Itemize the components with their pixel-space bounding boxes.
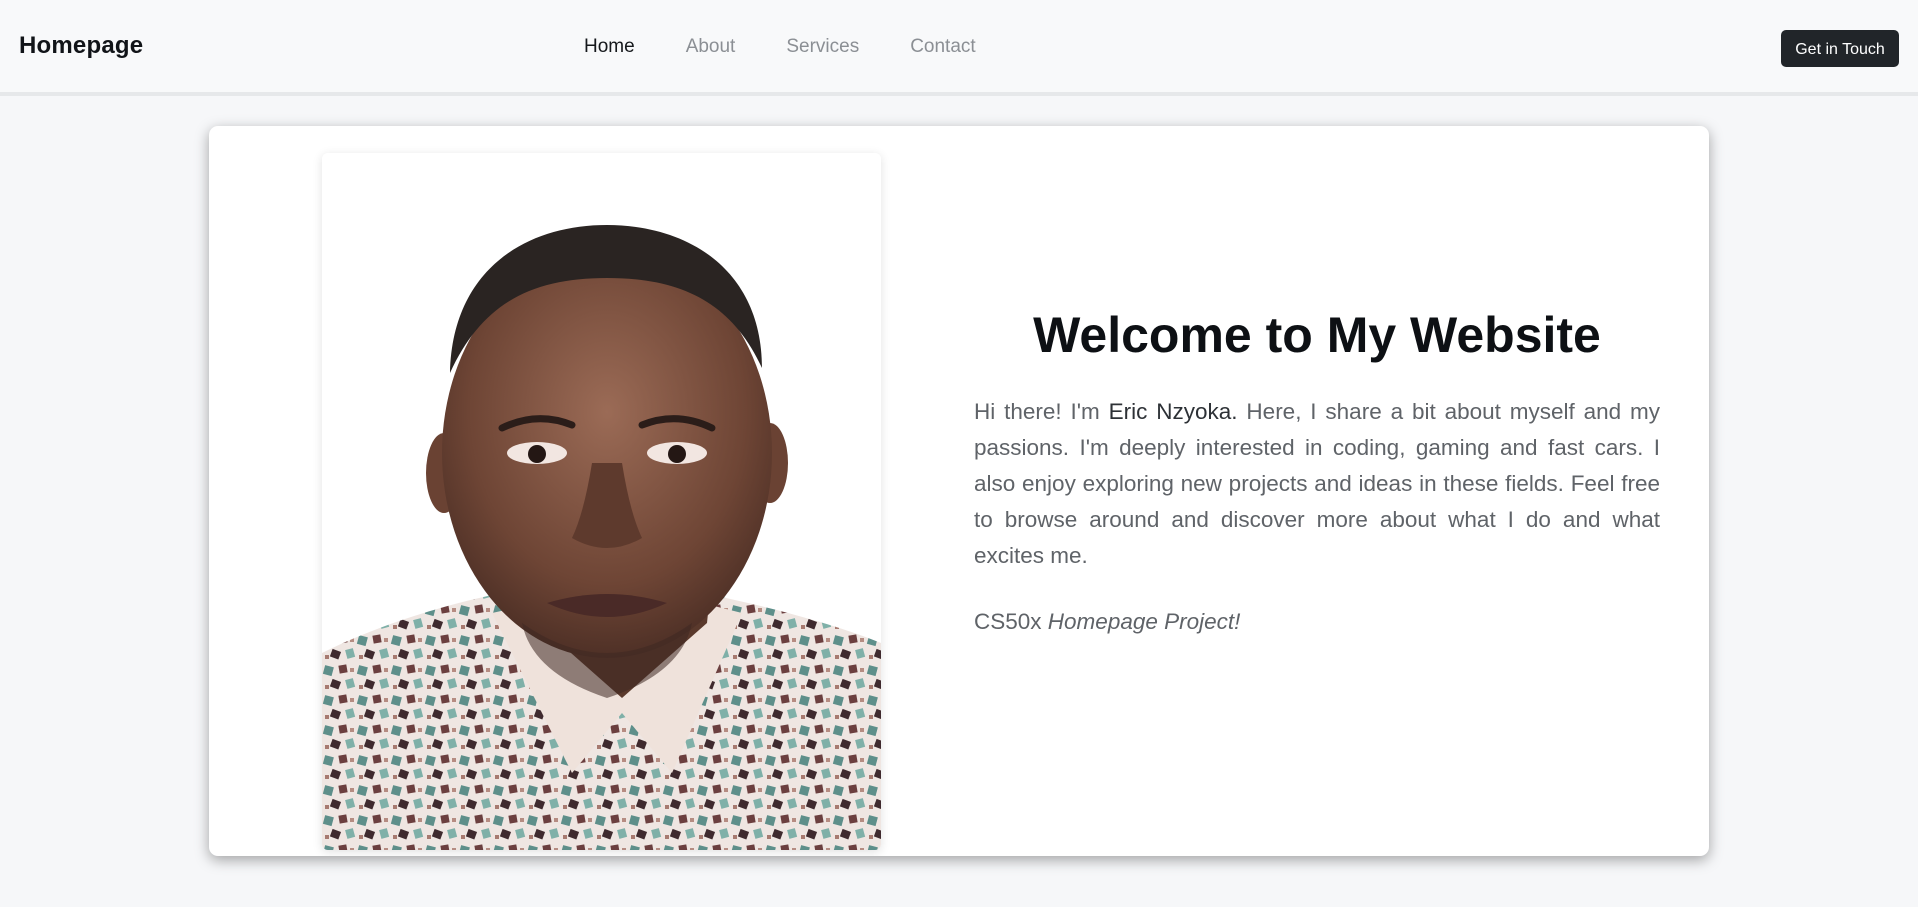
profile-photo-icon	[322, 153, 881, 850]
get-in-touch-button[interactable]: Get in Touch	[1781, 30, 1899, 67]
author-name: Eric Nzyoka.	[1108, 399, 1238, 424]
navbar: Homepage Home About Services Contact Get…	[0, 0, 1918, 96]
intro-paragraph: Hi there! I'm Eric Nzyoka. Here, I share…	[974, 394, 1660, 574]
nav-link-contact[interactable]: Contact	[910, 36, 975, 58]
brand-logo[interactable]: Homepage	[19, 32, 143, 60]
nav-link-services[interactable]: Services	[786, 36, 859, 58]
profile-photo	[322, 153, 881, 850]
page-title: Welcome to My Website	[1033, 307, 1601, 363]
intro-text-after: Here, I share a bit about myself and my …	[974, 399, 1661, 568]
tagline-italic: Homepage Project!	[1047, 609, 1241, 634]
tagline-prefix: CS50x	[974, 609, 1048, 634]
nav-link-home[interactable]: Home	[584, 36, 635, 58]
intro-text-before: Hi there! I'm	[974, 399, 1109, 424]
nav-links: Home About Services Contact	[584, 36, 1027, 58]
nav-link-about[interactable]: About	[686, 36, 736, 58]
hero-card: Welcome to My Website Hi there! I'm Eric…	[209, 126, 1709, 856]
project-tagline: CS50x Homepage Project!	[974, 609, 1660, 635]
